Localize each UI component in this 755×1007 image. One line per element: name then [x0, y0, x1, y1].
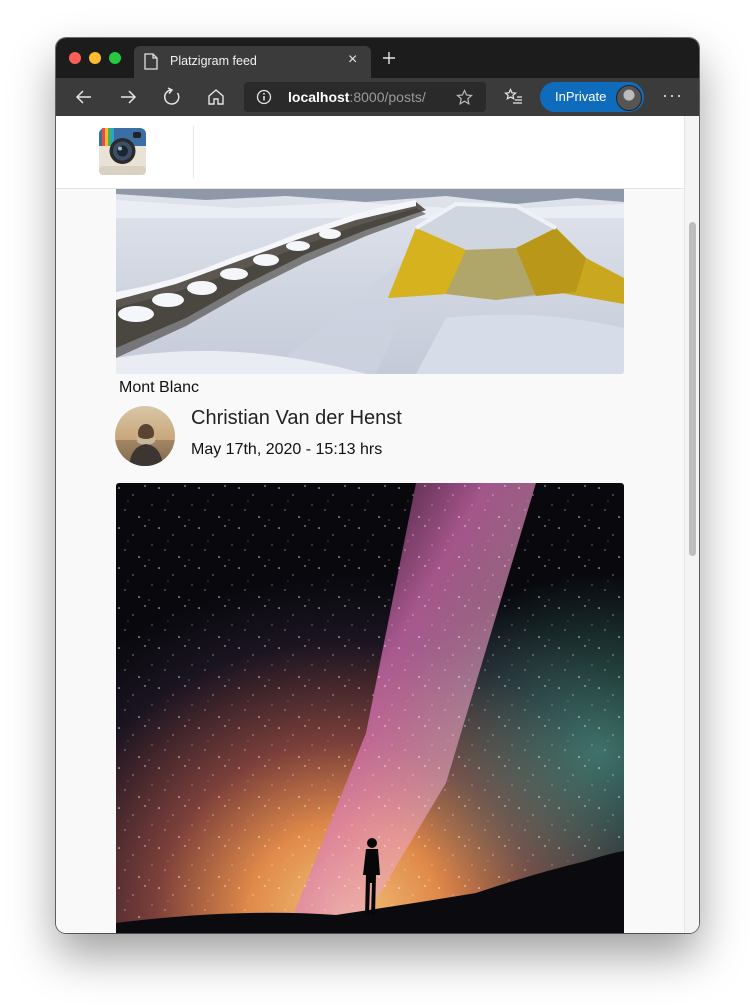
page-viewport: Mont Blanc Christian Van der Henst May 1… — [56, 116, 699, 933]
home-icon[interactable] — [206, 87, 226, 107]
app-navbar — [56, 116, 684, 189]
author-avatar[interactable] — [115, 406, 175, 466]
zoom-window-button[interactable] — [109, 52, 121, 64]
close-icon[interactable]: × — [348, 51, 357, 69]
browser-toolbar: localhost:8000/posts/ InPrivate ··· — [56, 78, 699, 116]
plus-icon[interactable] — [381, 50, 397, 71]
favorites-icon[interactable] — [504, 87, 524, 107]
scrollbar[interactable] — [684, 116, 699, 933]
close-window-button[interactable] — [69, 52, 81, 64]
post-author[interactable]: Christian Van der Henst — [191, 407, 402, 430]
tab-bar: Platzigram feed × — [56, 38, 699, 78]
star-icon[interactable] — [456, 89, 473, 111]
scrollbar-thumb[interactable] — [689, 222, 696, 556]
tab-title: Platzigram feed — [170, 54, 257, 68]
post-image[interactable] — [116, 483, 624, 933]
url-text: localhost:8000/posts/ — [288, 89, 426, 105]
tab-platzigram-feed[interactable]: Platzigram feed × — [134, 46, 371, 78]
inprivate-button[interactable]: InPrivate — [540, 82, 644, 112]
document-icon — [144, 53, 158, 75]
minimize-window-button[interactable] — [89, 52, 101, 64]
forward-arrow-icon[interactable] — [118, 87, 138, 107]
post-image[interactable] — [116, 188, 624, 374]
browser-window: Platzigram feed × localhost:8000/posts/ … — [56, 38, 699, 933]
address-bar[interactable]: localhost:8000/posts/ — [244, 82, 486, 112]
refresh-icon[interactable] — [162, 87, 182, 107]
post-timestamp: May 17th, 2020 - 15:13 hrs — [191, 441, 383, 458]
url-host: localhost — [288, 89, 350, 105]
inprivate-label: InPrivate — [555, 89, 607, 104]
info-icon[interactable] — [256, 89, 272, 110]
nav-divider — [193, 126, 194, 178]
more-icon[interactable]: ··· — [662, 86, 683, 104]
avatar-icon — [616, 85, 642, 111]
url-path: :8000/posts/ — [349, 89, 426, 105]
camera-logo-icon[interactable] — [99, 128, 146, 175]
post-caption: Mont Blanc — [119, 379, 200, 396]
back-arrow-icon[interactable] — [74, 87, 94, 107]
